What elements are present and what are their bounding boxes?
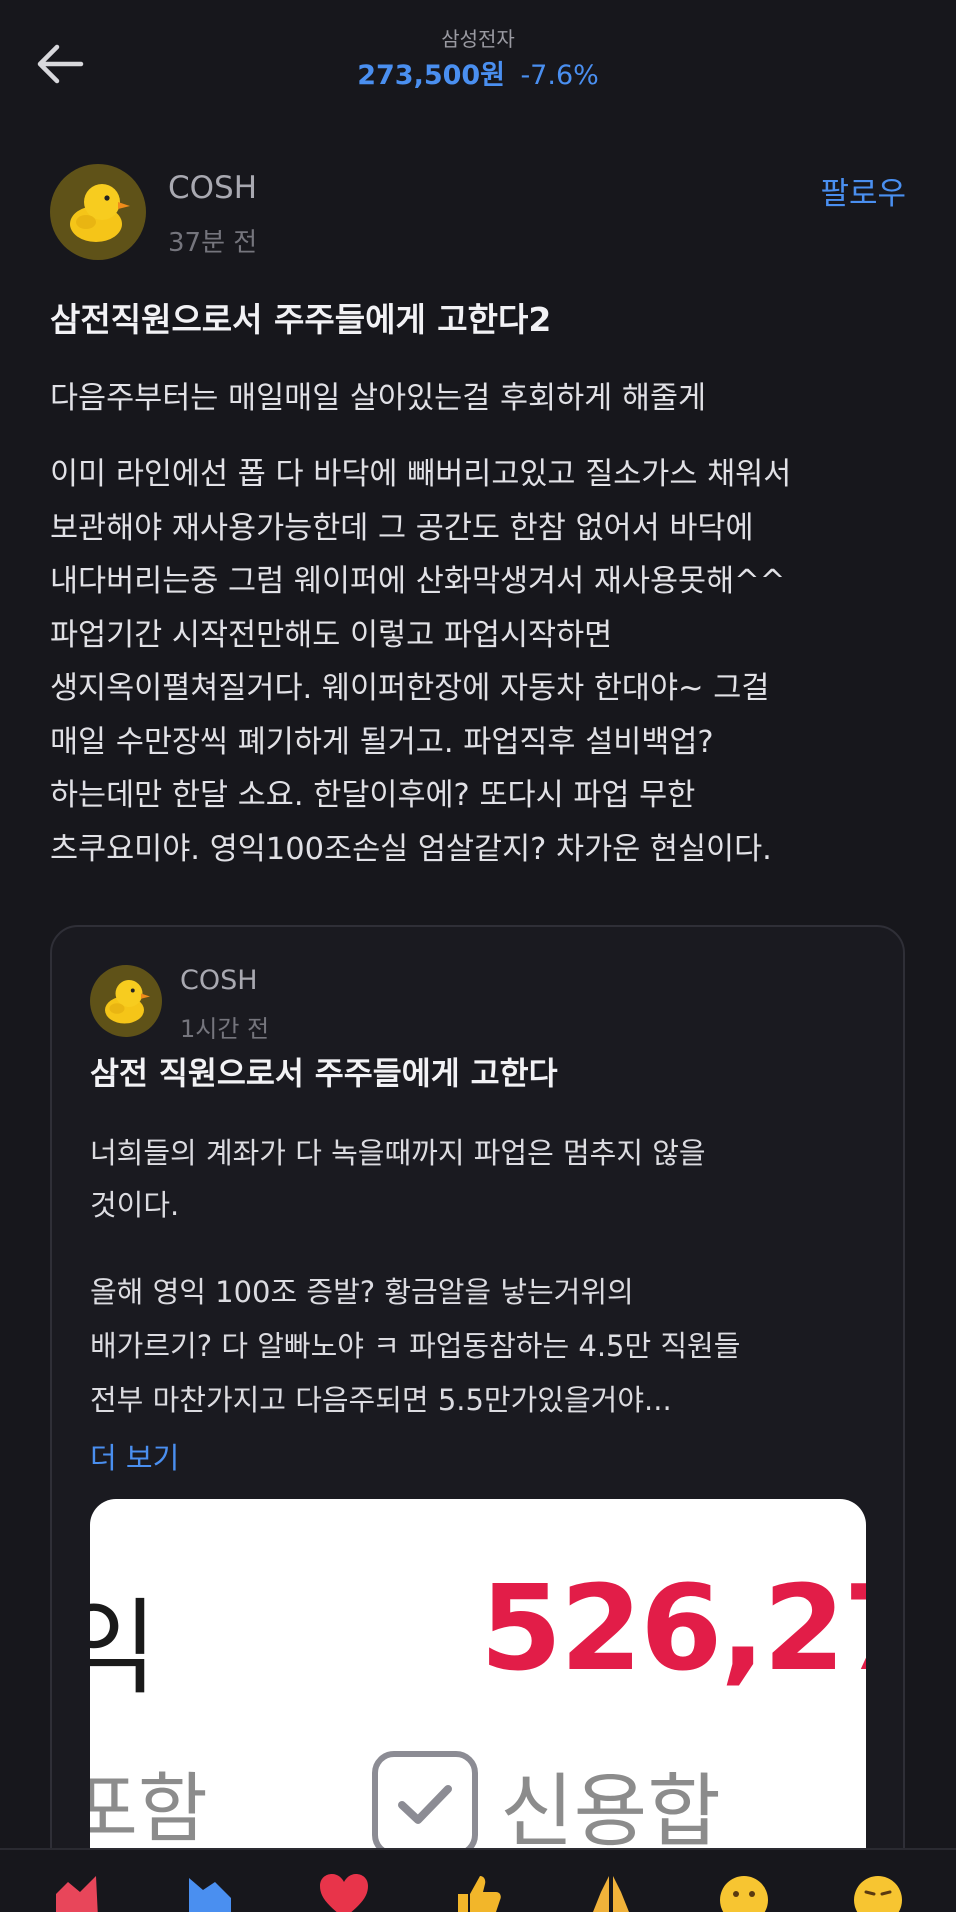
chick-icon — [105, 980, 150, 1024]
stock-post-page: 삼성전자 273,500원 -7.6% COSH 37분 전 팔로우 삼전직원으… — [0, 0, 956, 1912]
post-title: 삼전직원으로서 주주들에게 고한다2 — [50, 300, 552, 339]
quoted-post-title: 삼전 직원으로서 주주들에게 고한다 — [90, 1056, 558, 1092]
post-paragraph: 이미 라인에선 폽 다 바닥에 빼버리고있고 질소가스 채워서 보관해야 재사용… — [50, 448, 930, 876]
stock-price-line: 273,500원 -7.6% — [0, 54, 956, 98]
stock-name: 삼성전자 — [441, 27, 515, 51]
avatar[interactable] — [50, 164, 146, 260]
header: 삼성전자 273,500원 -7.6% — [0, 0, 956, 130]
image-text: 포함 — [90, 1764, 208, 1853]
text-line: 것이다. — [90, 1188, 180, 1222]
text-line: 츠쿠요미야. 영익100조손실 엄살같지? 차가운 현실이다. — [50, 831, 772, 867]
reaction-bar — [0, 1848, 956, 1912]
text-line: 내다버리는중 그럼 웨이퍼에 산화막생겨서 재사용못해^^ — [50, 564, 786, 599]
text-line: 생지옥이펼쳐질거다. 웨이퍼한장에 자동차 한대야~ 그걸 — [50, 671, 770, 706]
follow-button[interactable]: 팔로우 — [820, 168, 906, 213]
see-more-link[interactable]: 더 보기 — [90, 1435, 179, 1477]
quoted-author-row: COSH 1시간 전 — [90, 965, 850, 1045]
text-line: 이미 라인에선 폽 다 바닥에 빼버리고있고 질소가스 채워서 — [50, 457, 792, 492]
quoted-paragraph: 너희들의 계좌가 다 녹을때까지 파업은 멈추지 않을 것이다. — [90, 1127, 890, 1231]
stock-price: 273,500원 — [357, 60, 506, 91]
reaction-pray-button[interactable] — [585, 1872, 645, 1912]
text-line: 파업기간 시작전만해도 이렇고 파업시작하면 — [50, 617, 613, 653]
text-line: 전부 마찬가지고 다음주되면 5.5만가있을거야... — [90, 1383, 672, 1417]
surprised-icon — [854, 1876, 902, 1912]
reaction-smile-button[interactable] — [718, 1872, 778, 1912]
author-name[interactable]: COSH — [168, 170, 257, 206]
image-text: 신용합 — [500, 1765, 721, 1858]
text-line: 하는데만 한달 소요. 한달이후에? 또다시 파업 무한 — [50, 778, 696, 813]
stock-change: -7.6% — [520, 60, 599, 91]
stock-summary[interactable]: 삼성전자 273,500원 -7.6% — [0, 24, 956, 98]
thumbs-up-icon — [458, 1876, 501, 1912]
image-amount: 526,27 — [480, 1559, 866, 1697]
reaction-like-button[interactable] — [452, 1872, 512, 1912]
checkbox-checked-icon — [372, 1751, 478, 1857]
text-line: 보관해야 재사용가능한데 그 공간도 한참 없어서 바닥에 — [50, 510, 754, 546]
quoted-post-time: 1시간 전 — [180, 1015, 270, 1043]
heart-icon — [320, 1874, 368, 1912]
reaction-heart-button[interactable] — [318, 1872, 378, 1912]
text-line: 배가르기? 다 알빠노야 ㅋ 파업동참하는 4.5만 직원들 — [90, 1329, 741, 1363]
text-line: 올해 영익 100조 증발? 황금알을 낳는거위의 — [90, 1275, 634, 1309]
post-paragraph: 다음주부터는 매일매일 살아있는걸 후회하게 해줄게 — [50, 381, 707, 416]
text-line: 매일 수만장씩 폐기하게 될거고. 파업직후 설비백업? — [50, 724, 714, 760]
post-author-row: COSH 37분 전 팔로우 — [50, 160, 906, 260]
quoted-paragraph: 올해 영익 100조 증발? 황금알을 낳는거위의 배가르기? 다 알빠노야 ㅋ… — [90, 1265, 890, 1427]
quoted-author-name[interactable]: COSH — [180, 965, 258, 996]
chick-icon — [70, 184, 130, 242]
reaction-surprised-button[interactable] — [852, 1872, 912, 1912]
quoted-post-card[interactable]: COSH 1시간 전 삼전 직원으로서 주주들에게 고한다 너희들의 계좌가 다… — [50, 925, 905, 1912]
image-text: 익 — [90, 1563, 158, 1714]
reaction-fall-button[interactable] — [185, 1872, 245, 1912]
pray-icon — [593, 1876, 629, 1912]
chart-up-icon — [56, 1876, 98, 1912]
avatar[interactable] — [90, 965, 162, 1037]
chart-down-icon — [189, 1878, 231, 1912]
text-line: 너희들의 계좌가 다 녹을때까지 파업은 멈추지 않을 — [90, 1136, 706, 1170]
post-time: 37분 전 — [168, 228, 258, 258]
smile-icon — [720, 1876, 768, 1912]
reaction-rise-button[interactable] — [52, 1872, 112, 1912]
